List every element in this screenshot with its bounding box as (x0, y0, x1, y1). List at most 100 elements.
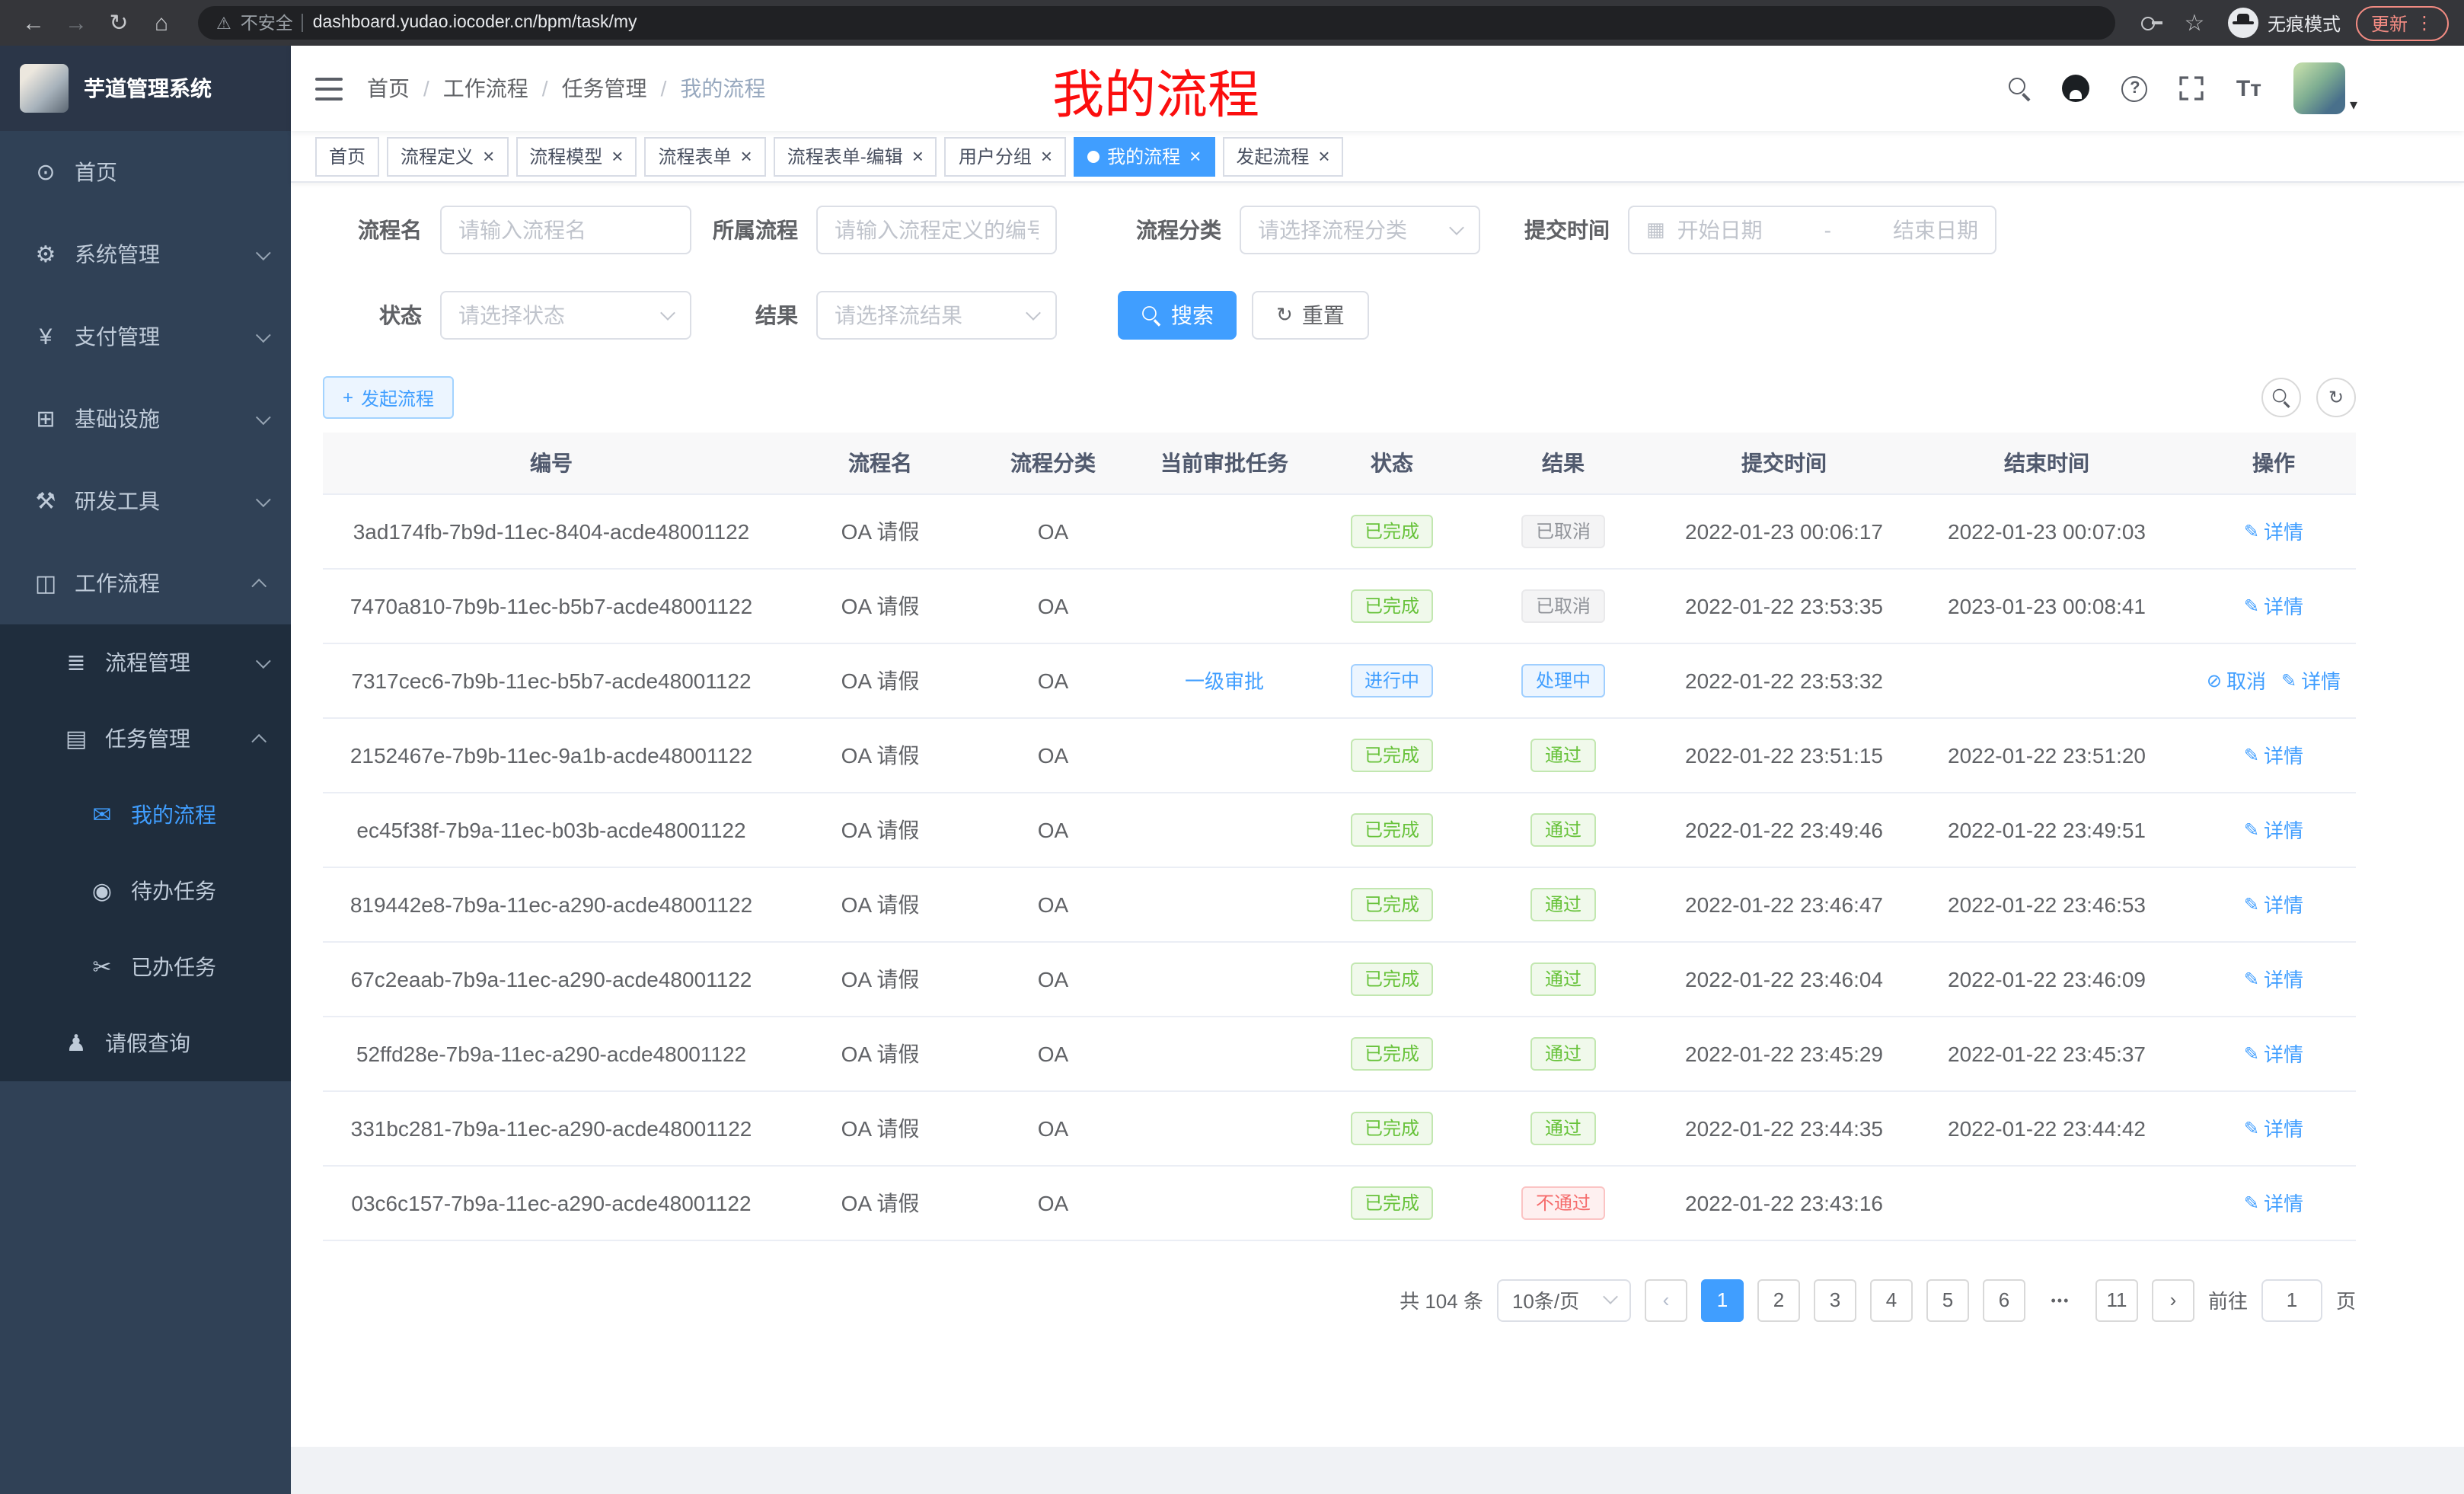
sidebar-item-my-process[interactable]: ✉我的流程 (0, 777, 291, 853)
hamburger-icon[interactable] (315, 77, 343, 100)
detail-label: 详情 (2264, 964, 2303, 993)
cell-category: OA (981, 568, 1125, 643)
result-select[interactable]: 请选择流结果 (816, 291, 1057, 340)
date-range-picker[interactable]: ▦ 开始日期 - 结束日期 (1628, 206, 1996, 254)
fullscreen-icon[interactable] (2180, 76, 2204, 101)
column-header: 编号 (323, 433, 780, 493)
pager-button-6[interactable]: 6 (1983, 1279, 2025, 1321)
detail-link[interactable]: ✎详情 (2244, 591, 2303, 620)
detail-link[interactable]: ✎详情 (2244, 889, 2303, 918)
breadcrumb-separator: / (542, 76, 548, 101)
page-size-select[interactable]: 10条/页 (1497, 1279, 1631, 1321)
sidebar-item-home[interactable]: ⊙首页 (0, 131, 291, 213)
goto-page-input[interactable] (2261, 1279, 2322, 1321)
chevron-down-icon (660, 305, 675, 320)
status-select[interactable]: 请选择状态 (440, 291, 691, 340)
cancel-link[interactable]: ⊘取消 (2207, 666, 2266, 694)
tab-user-group[interactable]: 用户分组× (945, 136, 1066, 176)
sidebar-item-payment-management[interactable]: ¥支付管理 (0, 295, 291, 378)
edit-icon: ✎ (2281, 669, 2296, 691)
password-key-icon[interactable] (2134, 5, 2170, 41)
breadcrumb-item[interactable]: 首页 (367, 73, 410, 104)
task-link[interactable]: 一级审批 (1185, 670, 1264, 693)
sidebar-item-workflow[interactable]: ◫工作流程 (0, 542, 291, 624)
table-row: 819442e8-7b9a-11ec-a290-acde48001122OA 请… (323, 867, 2356, 941)
breadcrumb-item[interactable]: 任务管理 (562, 73, 647, 104)
search-toggle-button[interactable] (2261, 378, 2301, 417)
tab-process-form[interactable]: 流程表单× (644, 136, 765, 176)
process-name-input[interactable] (440, 206, 691, 254)
goto-unit: 页 (2336, 1285, 2356, 1314)
font-size-icon[interactable]: Tᴛ (2236, 75, 2261, 101)
process-def-input[interactable] (816, 206, 1057, 254)
sidebar-item-dev-tools[interactable]: ⚒研发工具 (0, 460, 291, 542)
sidebar-item-leave-query[interactable]: ♟请假查询 (0, 1005, 291, 1081)
sidebar-item-system-management[interactable]: ⚙系统管理 (0, 213, 291, 295)
tab-process-definition[interactable]: 流程定义× (387, 136, 508, 176)
close-icon[interactable]: × (483, 146, 494, 166)
sidebar-item-process-management[interactable]: ≣流程管理 (0, 624, 291, 701)
tab-process-model[interactable]: 流程模型× (515, 136, 637, 176)
pager-button-4[interactable]: 4 (1870, 1279, 1913, 1321)
category-select[interactable]: 请选择流程分类 (1240, 206, 1480, 254)
browser-menu-icon[interactable]: ⋮ (2415, 12, 2434, 34)
sidebar-item-label: 首页 (75, 157, 267, 187)
refresh-icon: ↻ (1276, 303, 1293, 327)
close-icon[interactable]: × (1318, 146, 1329, 166)
github-icon[interactable] (2063, 75, 2090, 102)
help-icon[interactable]: ? (2122, 75, 2148, 101)
detail-link[interactable]: ✎详情 (2244, 516, 2303, 545)
sidebar-item-todo-tasks[interactable]: ◉待办任务 (0, 853, 291, 929)
cell-current-task (1125, 792, 1323, 867)
tab-home[interactable]: 首页 (315, 136, 379, 176)
yen-icon: ¥ (30, 324, 61, 350)
back-icon[interactable]: ← (15, 5, 52, 41)
detail-link[interactable]: ✎详情 (2244, 1039, 2303, 1068)
home-icon[interactable]: ⌂ (143, 5, 180, 41)
detail-label: 详情 (2264, 516, 2303, 545)
bookmark-star-icon[interactable]: ☆ (2176, 5, 2213, 41)
search-button[interactable]: 搜索 (1118, 291, 1237, 340)
search-icon[interactable] (2009, 78, 2031, 99)
column-header: 流程名 (780, 433, 981, 493)
tab-my-process[interactable]: 我的流程× (1074, 136, 1214, 176)
pager-button-3[interactable]: 3 (1814, 1279, 1856, 1321)
list-icon: ≣ (61, 649, 91, 676)
sidebar-item-done-tasks[interactable]: ✂已办任务 (0, 929, 291, 1005)
close-icon[interactable]: × (1189, 146, 1201, 166)
refresh-button[interactable]: ↻ (2316, 378, 2356, 417)
close-icon[interactable]: × (912, 146, 924, 166)
cell-category: OA (981, 941, 1125, 1016)
address-bar[interactable]: ⚠ 不安全 dashboard.yudao.iocoder.cn/bpm/tas… (198, 6, 2115, 40)
detail-link[interactable]: ✎详情 (2244, 740, 2303, 769)
detail-link[interactable]: ✎详情 (2244, 964, 2303, 993)
reset-button[interactable]: ↻ 重置 (1252, 291, 1369, 340)
sidebar-item-task-management[interactable]: ▤任务管理 (0, 701, 291, 777)
tab-start-process[interactable]: 发起流程× (1222, 136, 1343, 176)
update-button[interactable]: 更新 ⋮ (2356, 5, 2449, 40)
pager-button-11[interactable]: 11 (2095, 1279, 2138, 1321)
forward-icon[interactable]: → (58, 5, 94, 41)
detail-link[interactable]: ✎详情 (2244, 1113, 2303, 1142)
logo[interactable]: 芋道管理系统 (0, 46, 291, 131)
pager-button-2[interactable]: 2 (1757, 1279, 1800, 1321)
reload-icon[interactable]: ↻ (101, 5, 137, 41)
pager-button-1[interactable]: 1 (1701, 1279, 1744, 1321)
result-badge: 处理中 (1522, 663, 1604, 697)
warning-icon: ⚠ (216, 13, 231, 33)
tab-process-form-edit[interactable]: 流程表单-编辑× (774, 136, 937, 176)
detail-link[interactable]: ✎详情 (2244, 815, 2303, 844)
close-icon[interactable]: × (1041, 146, 1052, 166)
prev-page-button[interactable]: ‹ (1645, 1279, 1687, 1321)
pager-button-5[interactable]: 5 (1926, 1279, 1969, 1321)
next-page-button[interactable]: › (2152, 1279, 2194, 1321)
create-process-button[interactable]: + 发起流程 (323, 376, 454, 419)
user-menu[interactable]: ▾ (2293, 62, 2357, 114)
breadcrumb-item[interactable]: 工作流程 (443, 73, 528, 104)
pager-more-button[interactable]: ••• (2039, 1279, 2082, 1321)
detail-link[interactable]: ✎详情 (2244, 1188, 2303, 1217)
close-icon[interactable]: × (741, 146, 752, 166)
sidebar-item-infrastructure[interactable]: ⊞基础设施 (0, 378, 291, 460)
close-icon[interactable]: × (611, 146, 623, 166)
detail-link[interactable]: ✎详情 (2281, 666, 2341, 694)
